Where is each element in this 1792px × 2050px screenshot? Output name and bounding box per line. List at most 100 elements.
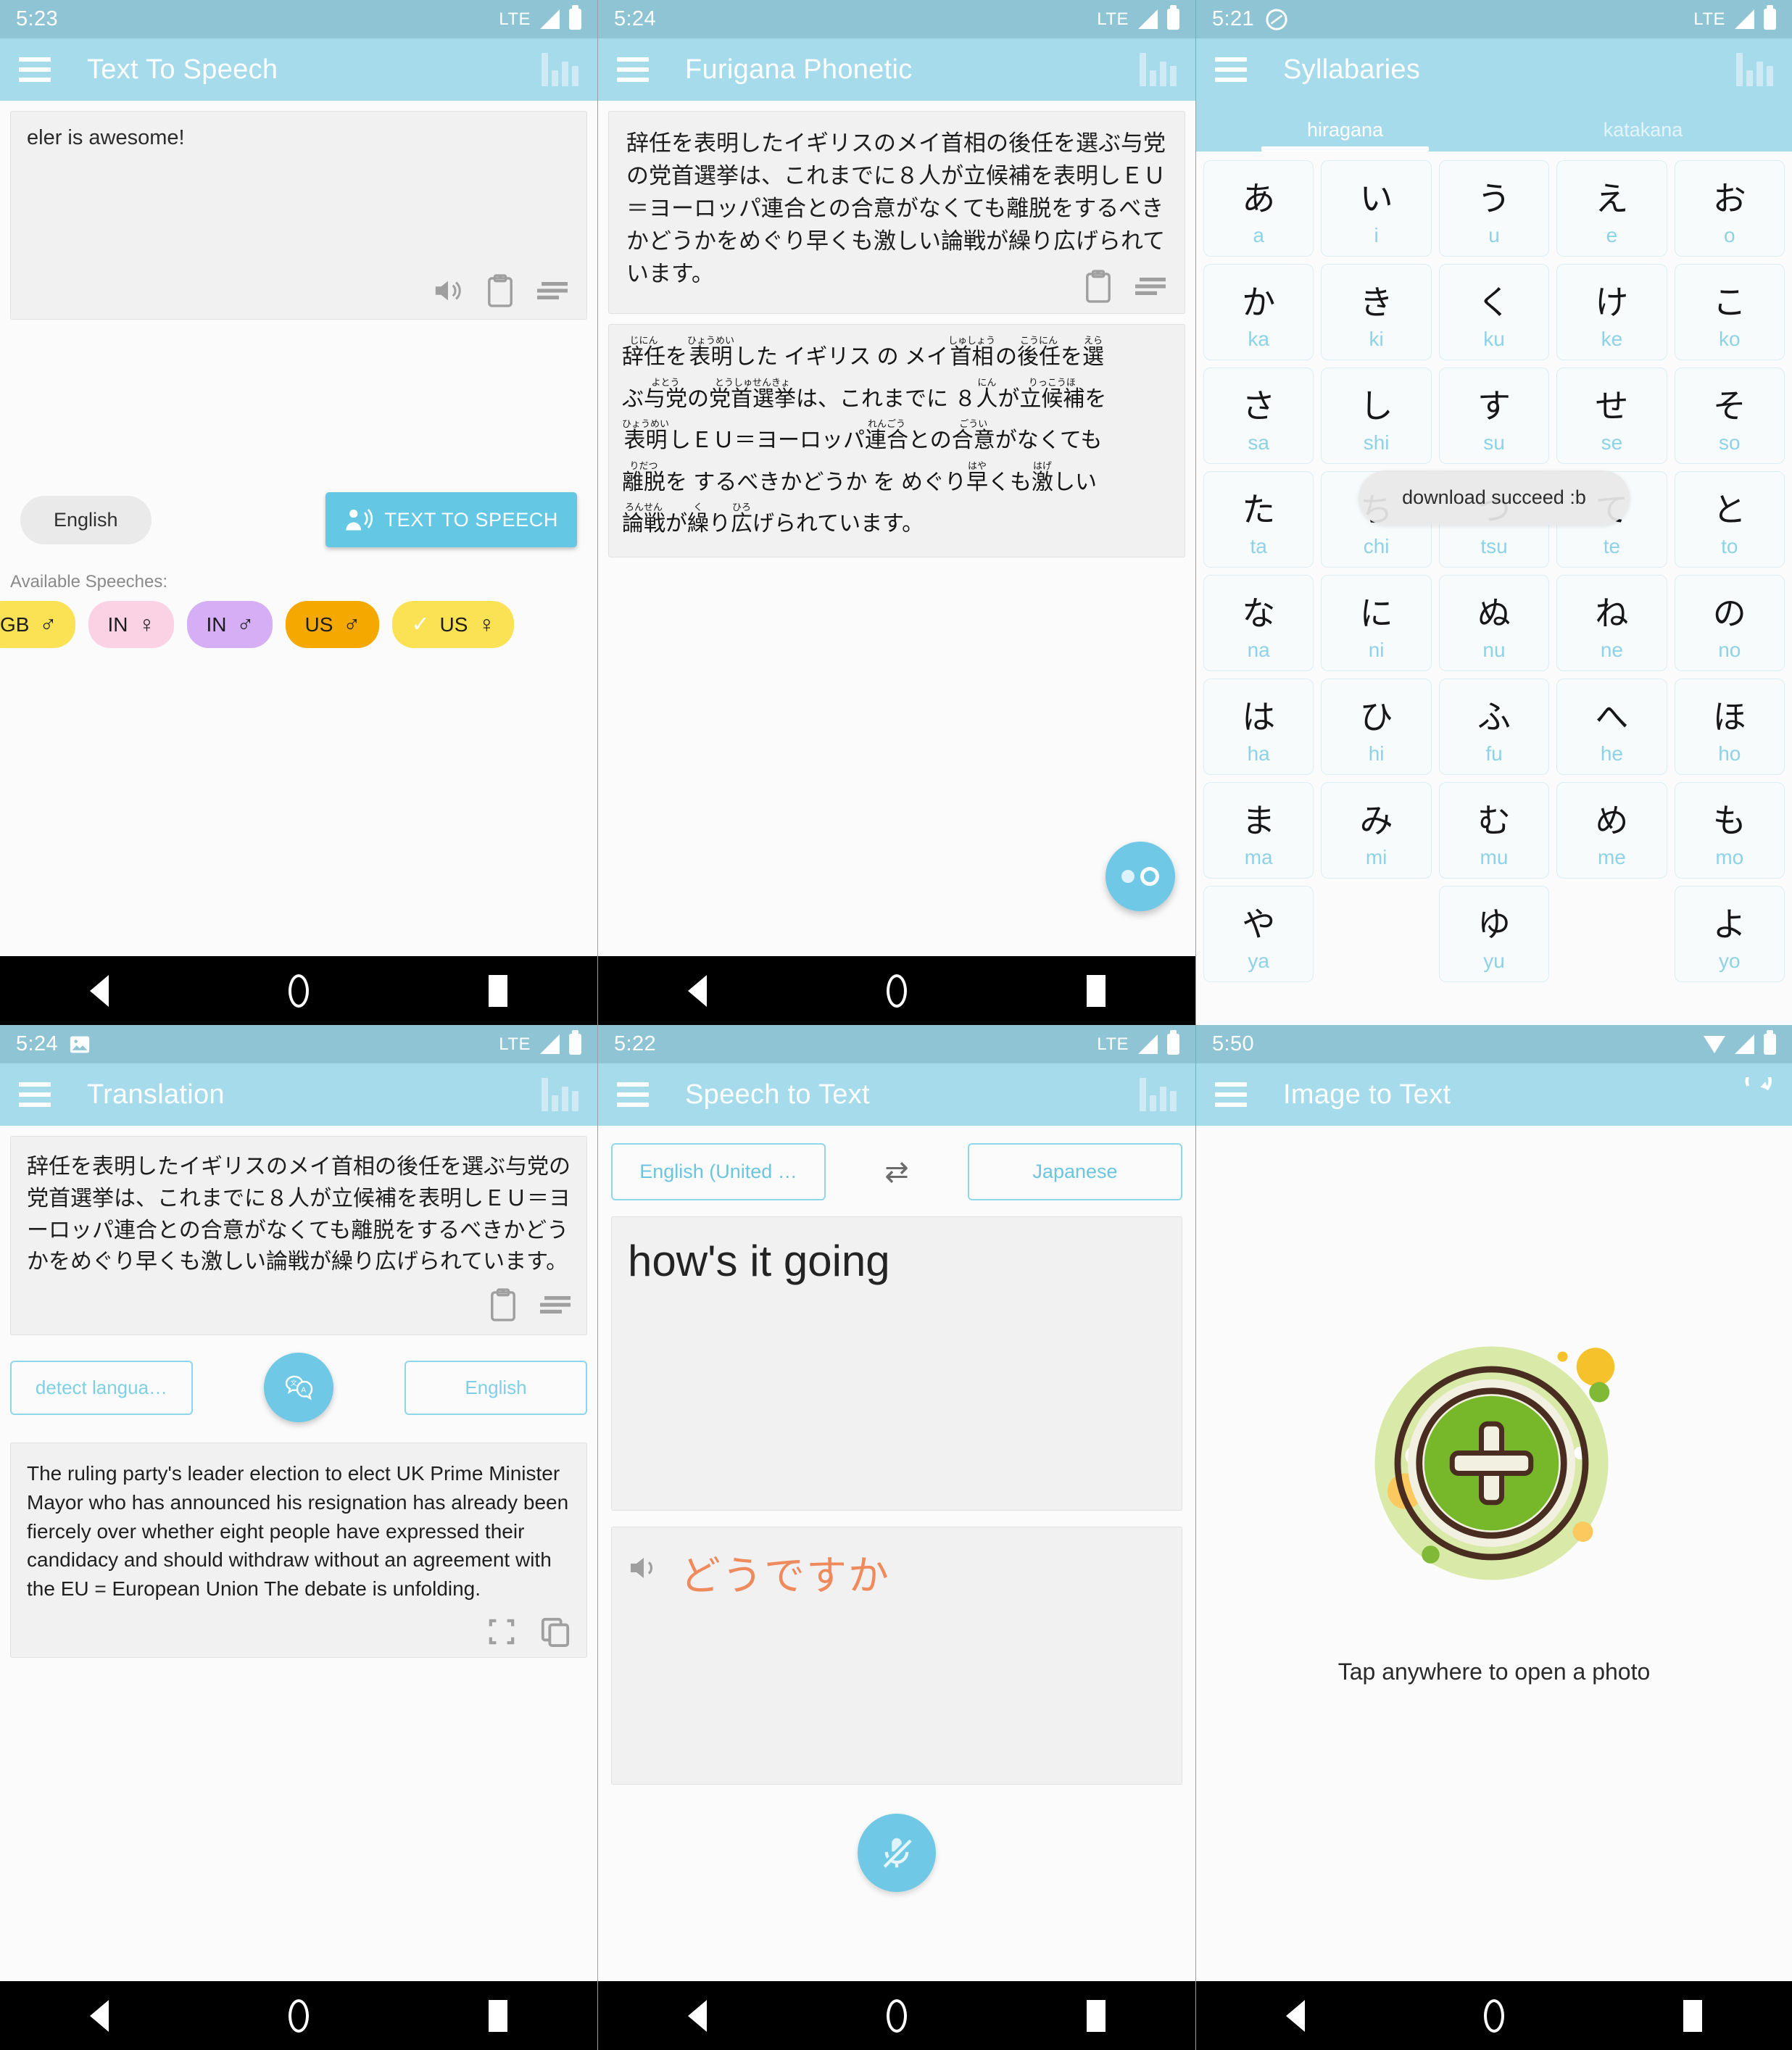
kana-cell-ni[interactable]: に ni [1321,575,1432,671]
hamburger-menu-icon[interactable] [19,57,51,82]
kana-cell-shi[interactable]: し shi [1321,368,1432,464]
bar-chart-icon[interactable] [542,1078,578,1111]
kana-cell-yo[interactable]: よ yo [1674,886,1785,982]
kana-cell-ne[interactable]: ね ne [1556,575,1667,671]
kana-cell-no[interactable]: の no [1674,575,1785,671]
kana-cell-mo[interactable]: も mo [1674,782,1785,879]
stt-recognized-text-box[interactable]: how's it going [611,1216,1182,1511]
kana-cell-e[interactable]: えe [1556,160,1667,257]
back-button[interactable] [1285,1999,1305,2032]
kana-cell-se[interactable]: せ se [1556,368,1667,464]
stt-target-language[interactable]: Japanese [967,1143,1182,1200]
panel-image-to-text[interactable]: 5:50 Image to Text Tap anywhere to open … [1196,1025,1792,2050]
swap-icon[interactable]: ⇄ [884,1155,909,1189]
kana-cell-hi[interactable]: ひ hi [1321,679,1432,775]
back-button[interactable] [688,1999,707,2032]
hamburger-menu-icon[interactable] [617,1082,649,1107]
list-icon[interactable] [539,1293,571,1316]
tab-katakana[interactable]: katakana [1494,119,1792,152]
hamburger-menu-icon[interactable] [19,1082,51,1107]
voice-chip-in-1[interactable]: IN ♀ [88,601,175,648]
convert-fab-icon[interactable] [1106,842,1175,911]
kana-cell-ku[interactable]: く ku [1438,264,1550,360]
kana-cell-a[interactable]: あa [1203,160,1314,257]
home-button[interactable] [289,1999,309,2033]
recents-button[interactable] [1683,1999,1703,2032]
bar-chart-icon[interactable] [1140,1078,1177,1111]
kana-cell-nu[interactable]: ぬ nu [1438,575,1550,671]
kana-cell-fu[interactable]: ふ fu [1438,679,1550,775]
kana-cell-ta[interactable]: た ta [1203,471,1314,568]
stt-source-language[interactable]: English (United … [611,1143,826,1200]
bar-chart-icon[interactable] [1140,53,1177,86]
voice-chip-us-4[interactable]: ✓ US ♀ [392,601,515,648]
svg-text:文: 文 [291,1379,297,1387]
home-button[interactable] [887,1999,907,2033]
kana-cell-mi[interactable]: み mi [1321,782,1432,879]
kana-cell-ke[interactable]: け ke [1556,264,1667,360]
kana-cell-u[interactable]: うu [1438,160,1550,257]
back-button[interactable] [688,974,707,1007]
kana-cell-me[interactable]: め me [1556,782,1667,879]
kana-cell-na[interactable]: な na [1203,575,1314,671]
home-button[interactable] [887,974,907,1008]
kana-cell-ma[interactable]: ま ma [1203,782,1314,879]
hamburger-menu-icon[interactable] [617,57,649,82]
text-to-speech-button[interactable]: TEXT TO SPEECH [325,492,577,547]
translate-fab-icon[interactable]: 文A [264,1353,333,1423]
translation-source-input[interactable]: 辞任を表明したイギリスのメイ首相の後任を選ぶ与党の党首選挙は、これまでに８人が立… [10,1136,587,1336]
clipboard-icon[interactable] [486,274,514,307]
copy-icon[interactable] [540,1617,571,1647]
kana-cell-ki[interactable]: き ki [1321,264,1432,360]
recents-button[interactable] [489,974,507,1007]
kana-cell-so[interactable]: そ so [1674,368,1785,464]
kana-cell-to[interactable]: と to [1674,471,1785,568]
recents-button[interactable] [489,1999,507,2032]
home-button[interactable] [1483,1999,1504,2033]
list-icon[interactable] [536,279,568,302]
kana-character: む [1477,802,1511,839]
speaker-icon[interactable] [626,1552,661,1584]
tts-language-chip[interactable]: English [20,495,152,544]
kana-cell-yu[interactable]: ゆ yu [1438,886,1550,982]
bar-chart-icon[interactable] [1736,53,1773,86]
kana-cell-mu[interactable]: む mu [1438,782,1550,879]
kana-cell-su[interactable]: す su [1438,368,1550,464]
voice-chip-gb-0[interactable]: GB ♂ [0,601,76,648]
clipboard-icon[interactable] [1084,270,1112,303]
recents-button[interactable] [1087,974,1106,1007]
status-time: 5:24 [614,7,657,30]
home-button[interactable] [289,974,309,1008]
kana-cell-o[interactable]: おo [1674,160,1785,257]
hamburger-menu-icon[interactable] [1215,1082,1247,1107]
kana-cell-sa[interactable]: さ sa [1203,368,1314,464]
voice-region: GB [0,613,30,636]
back-button[interactable] [90,974,109,1007]
target-language-selector[interactable]: English [405,1360,587,1415]
mic-off-icon[interactable] [858,1814,936,1892]
kana-cell-i[interactable]: いi [1321,160,1432,257]
voice-chip-in-2[interactable]: IN ♂ [187,601,273,648]
hamburger-menu-icon[interactable] [1215,57,1247,82]
fullscreen-icon[interactable] [488,1618,515,1646]
furigana-source-input[interactable]: 辞任を表明したイギリスのメイ首相の後任を選ぶ与党の党首選挙は、これまでに８人が立… [608,111,1185,314]
recents-button[interactable] [1087,1999,1106,2032]
source-language-selector[interactable]: detect langua… [10,1360,193,1415]
back-button[interactable] [90,1999,109,2032]
kana-cell-ko[interactable]: こ ko [1674,264,1785,360]
furigana-segment: を [1061,345,1083,369]
kana-cell-ho[interactable]: ほ ho [1674,679,1785,775]
clipboard-icon[interactable] [489,1288,517,1321]
voice-chip-us-3[interactable]: US ♂ [286,601,380,648]
refresh-icon[interactable] [1738,1068,1773,1112]
tts-text-input[interactable]: eler is awesome! [10,111,587,320]
kana-cell-ha[interactable]: は ha [1203,679,1314,775]
kana-cell-ka[interactable]: か ka [1203,264,1314,360]
kana-cell-he[interactable]: へ he [1556,679,1667,775]
bar-chart-icon[interactable] [542,53,578,86]
kana-cell-ya[interactable]: や ya [1203,886,1314,982]
tab-hiragana[interactable]: hiragana [1196,119,1494,152]
image-picker-empty-state[interactable]: Tap anywhere to open a photo [1196,1126,1792,1981]
list-icon[interactable] [1134,275,1166,298]
speaker-icon[interactable] [431,275,465,306]
